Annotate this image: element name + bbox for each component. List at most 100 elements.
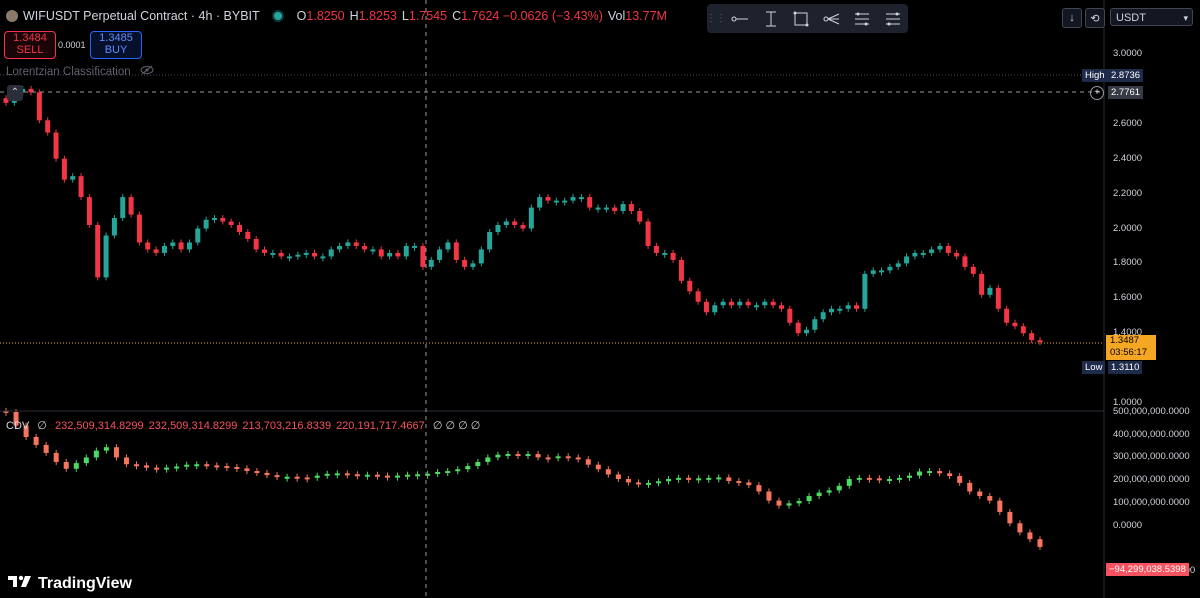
ohlc-value: 1.8250 [306, 9, 345, 23]
cdv-candle [164, 467, 170, 470]
price-candle [887, 266, 893, 271]
currency-value: USDT [1116, 12, 1146, 24]
bar-countdown: 03:56:17 [1110, 347, 1147, 358]
price-candle [45, 120, 51, 133]
cdv-tick: 0.0000 [1113, 519, 1143, 531]
price-candle [620, 204, 626, 212]
eye-off-icon[interactable] [140, 65, 154, 78]
symbol-header[interactable]: WIFUSDT Perpetual Contract · 4h · BYBIT … [6, 9, 667, 23]
cdv-trailing: ∅ ∅ ∅ ∅ [432, 420, 481, 432]
ohlc-key: L [401, 9, 409, 23]
price-candle [862, 273, 868, 309]
price-candle [312, 252, 318, 257]
price-candle [595, 207, 601, 210]
currency-select[interactable]: USDT ▾ [1110, 8, 1193, 26]
cdv-candle [1017, 523, 1023, 533]
price-candle [220, 218, 226, 222]
price-candle [779, 305, 784, 309]
cdv-candle [625, 479, 631, 483]
tradingview-logo[interactable]: TradingView [8, 574, 132, 593]
price-candle [603, 207, 609, 210]
cdv-candle [515, 454, 521, 457]
price-candle [687, 280, 693, 292]
price-candle [678, 259, 684, 281]
price-candle [503, 221, 509, 226]
price-candle [320, 256, 326, 259]
price-candle [837, 308, 843, 311]
price-candle [945, 245, 951, 253]
cdv-candle [937, 471, 943, 474]
symbol-title[interactable]: WIFUSDT Perpetual Contract · 4h · BYBIT [23, 9, 260, 23]
price-candle [437, 249, 443, 260]
cdv-candle [274, 475, 280, 478]
cdv-candle [585, 459, 591, 465]
cdv-candle [354, 474, 360, 477]
cdv-candle [796, 501, 802, 504]
cdv-legend[interactable]: CDV ∅ 232,509,314.8299 232,509,314.8299 21… [6, 419, 480, 432]
price-candle [95, 225, 101, 278]
buy-button[interactable]: 1.3485 BUY [90, 31, 142, 59]
price-candle [295, 254, 301, 257]
price-candle [145, 242, 151, 250]
sync-button[interactable]: ⟲ [1085, 8, 1105, 28]
high-label: High [1082, 69, 1108, 82]
cdv-candle [656, 481, 662, 484]
price-candle [829, 308, 835, 313]
price-candle [812, 319, 818, 330]
price-candle [920, 252, 926, 255]
cdv-candle [766, 491, 772, 501]
cdv-candle [756, 485, 762, 492]
cdv-candle [605, 469, 611, 475]
fib-levels-icon[interactable] [847, 4, 878, 33]
cdv-candle [866, 477, 872, 480]
indicator-name: Lorentzian Classification [6, 66, 131, 78]
price-tick: 2.2000 [1113, 187, 1143, 199]
cdv-candle [856, 477, 862, 480]
symbol-logo-icon [6, 10, 18, 22]
collapse-legend-button[interactable]: ⌃ [7, 85, 23, 101]
current-price: 1.3487 [1110, 335, 1140, 346]
cdv-value: 232,509,314.8299 [54, 420, 144, 432]
price-candle [161, 245, 167, 253]
cdv-candle [947, 473, 953, 477]
high-value: 2.8736 [1108, 69, 1144, 82]
cdv-candle [806, 496, 812, 502]
cdv-candle [384, 475, 390, 478]
price-candle [262, 249, 267, 253]
ohlc-key: C [452, 9, 462, 23]
rectangle-icon[interactable] [786, 4, 817, 33]
price-candle [420, 245, 426, 267]
cdv-candle [134, 464, 140, 467]
chart-canvas[interactable] [0, 0, 1200, 598]
pitchfork-icon[interactable] [817, 4, 848, 33]
price-candle [670, 252, 676, 260]
cdv-candle [485, 457, 491, 462]
long-position-icon[interactable] [878, 4, 909, 33]
cdv-candle [746, 482, 752, 486]
horizontal-ray-icon[interactable] [725, 4, 756, 33]
add-alert-plus-icon[interactable]: + [1090, 86, 1104, 100]
price-tick: 1.8000 [1113, 257, 1143, 269]
price-candle [929, 249, 935, 253]
sell-button[interactable]: 1.3484 SELL [4, 31, 56, 59]
cdv-candle [846, 479, 852, 486]
cdv-candle [645, 482, 651, 485]
ohlc-key: O [296, 9, 307, 23]
cdv-candle [415, 474, 421, 477]
cdv-candle [33, 436, 39, 445]
scroll-to-latest-button[interactable]: ↓ [1062, 8, 1082, 28]
price-candle [770, 301, 776, 306]
vertical-line-icon[interactable] [756, 4, 787, 33]
cdv-candle [144, 465, 150, 468]
cdv-candle [555, 456, 561, 459]
cdv-candle [435, 471, 441, 474]
cdv-candle [565, 456, 571, 459]
drag-handle-icon[interactable]: ⋮⋮ [706, 4, 726, 33]
cdv-tick: 100,000,000.0000 [1113, 496, 1190, 508]
cdv-value: 232,509,314.8299 [148, 420, 238, 432]
price-candle [136, 214, 142, 243]
price-candle [745, 301, 751, 306]
buy-price: 1.3485 [99, 32, 133, 44]
cdv-candle [505, 454, 511, 457]
indicator-legend[interactable]: Lorentzian Classification [6, 65, 154, 78]
